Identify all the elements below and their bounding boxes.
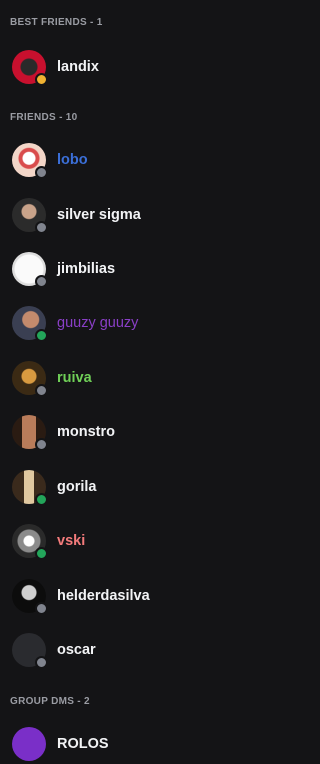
status-indicator-icon (35, 275, 48, 288)
username: gorila (57, 479, 97, 495)
group-avatar-icon (12, 727, 46, 761)
avatar (12, 470, 48, 506)
section-header-friends: FRIENDS - 10 (10, 112, 78, 123)
status-indicator-icon (35, 166, 48, 179)
status-indicator-icon (35, 493, 48, 506)
group-dm-row[interactable]: ROLOS (0, 724, 270, 764)
friend-row[interactable]: silver sigma (0, 192, 270, 238)
avatar (12, 524, 48, 560)
status-indicator-icon (35, 384, 48, 397)
friend-row[interactable]: vski (0, 518, 270, 564)
friend-row[interactable]: lobo (0, 137, 270, 183)
section-header-group-dms: GROUP DMS - 2 (10, 696, 90, 707)
avatar (12, 143, 48, 179)
username: monstro (57, 424, 115, 440)
status-indicator-icon (35, 656, 48, 669)
avatar (12, 198, 48, 234)
friend-row[interactable]: oscar (0, 627, 270, 673)
username: helderdasilva (57, 588, 150, 604)
section-header-best-friends: BEST FRIENDS - 1 (10, 17, 103, 28)
avatar (12, 361, 48, 397)
username: silver sigma (57, 207, 141, 223)
username: guuzy guuzy (57, 315, 139, 331)
username: vski (57, 533, 86, 549)
username: jimbilias (57, 261, 116, 277)
avatar (12, 306, 48, 342)
avatar (12, 579, 48, 615)
status-indicator-icon (35, 73, 48, 86)
avatar (12, 252, 48, 288)
avatar (12, 50, 48, 86)
status-indicator-icon (35, 602, 48, 615)
status-indicator-icon (35, 438, 48, 451)
friend-row[interactable]: ruiva (0, 355, 270, 401)
username: landix (57, 59, 99, 75)
friend-row[interactable]: monstro (0, 409, 270, 455)
friend-row[interactable]: helderdasilva (0, 573, 270, 619)
status-indicator-icon (35, 221, 48, 234)
username: lobo (57, 152, 88, 168)
group-name: ROLOS (57, 736, 109, 752)
best-friend-row-landix[interactable]: landix (0, 44, 270, 90)
username: ruiva (57, 370, 92, 386)
avatar (12, 633, 48, 669)
username: oscar (57, 642, 96, 658)
avatar (12, 415, 48, 451)
friend-row[interactable]: guuzy guuzy (0, 300, 270, 346)
status-indicator-icon (35, 329, 48, 342)
friend-row[interactable]: gorila (0, 464, 270, 510)
avatar (12, 727, 46, 761)
status-indicator-icon (35, 547, 48, 560)
friend-row[interactable]: jimbilias (0, 246, 270, 292)
